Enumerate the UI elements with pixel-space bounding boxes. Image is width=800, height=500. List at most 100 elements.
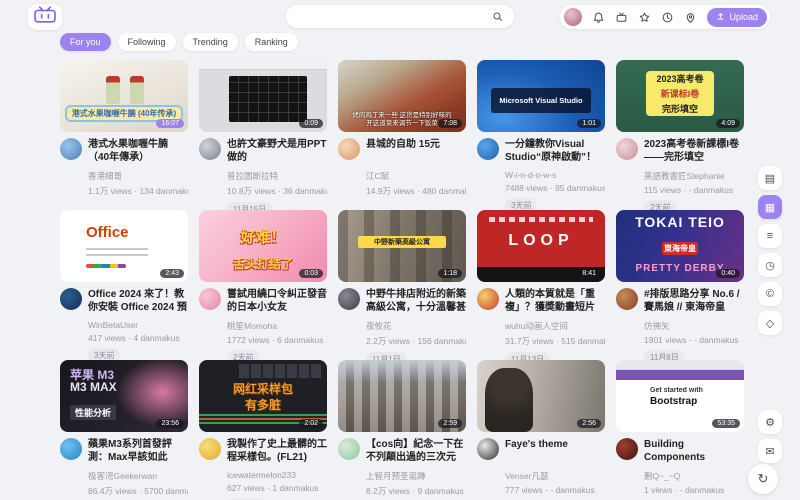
video-thumbnail[interactable]: LOOP 8:41 — [477, 210, 605, 282]
feedback-button[interactable]: ✉ — [758, 439, 782, 463]
refresh-button[interactable]: ↻ — [748, 464, 778, 494]
uploader-name[interactable]: 极客湾Geekerwan — [88, 470, 188, 482]
video-title[interactable]: 人類的本質就是「重複」？獲奬動畫短片《LOOP》 — [505, 288, 605, 314]
tab-following[interactable]: Following — [118, 33, 176, 51]
video-title[interactable]: Office 2024 來了！教你安裝 Office 2024 預覽版！ — [88, 288, 188, 314]
video-card[interactable]: 好难！舌头打结了 0:03 嘗試用繞口令糾正發音的日本小女友 桃笙Momoha … — [199, 210, 327, 348]
video-title[interactable]: 也許文豪野犬是用PPT做的 — [227, 138, 327, 164]
video-card[interactable]: 中野新築高級公寓 1:18 中野牛排店附近的新築高級公寓，十分溫馨甚至九分乾淨 … — [338, 210, 466, 348]
uploader-avatar[interactable] — [199, 288, 221, 310]
video-title[interactable]: 2023高考卷新課標I卷——完形填空 — [644, 138, 744, 164]
user-avatar[interactable] — [564, 8, 582, 26]
video-thumbnail[interactable]: 2:59 — [338, 360, 466, 432]
video-card[interactable]: 0:09 也許文豪野犬是用PPT做的 普拉圖斯拉特 10.8万 views · … — [199, 60, 327, 198]
uploader-name[interactable]: 上智月预圣诞蹲 — [366, 470, 466, 482]
uploader-avatar[interactable] — [477, 138, 499, 160]
uploader-avatar[interactable] — [338, 288, 360, 310]
uploader-name[interactable]: 香港細哥 — [88, 170, 188, 182]
side-tool-history[interactable]: ◷ — [758, 253, 782, 277]
uploader-name[interactable]: WinBetaUser — [88, 320, 188, 330]
uploader-name[interactable]: icewatermelon233 — [227, 470, 327, 480]
uploader-avatar[interactable] — [477, 438, 499, 460]
side-tool-shield[interactable]: ▦ — [758, 195, 782, 219]
video-card[interactable]: 网红采样包有多脏 2:02 我製作了史上最髒的工程采樣包。(FL21) icew… — [199, 360, 327, 498]
uploader-avatar[interactable] — [199, 138, 221, 160]
video-card[interactable]: 2:59 【cos向】紀念一下在不列顛出過的三次元 上智月预圣诞蹲 8.2万 v… — [338, 360, 466, 498]
video-card[interactable]: 2023高考卷新课标I卷完形填空 4:09 2023高考卷新課標I卷——完形填空… — [616, 60, 744, 198]
video-thumbnail[interactable]: Office 2:43 — [60, 210, 188, 282]
video-thumbnail[interactable]: 0:09 — [199, 60, 327, 132]
video-title[interactable]: 我製作了史上最髒的工程采樣包。(FL21) — [227, 438, 327, 464]
side-tool-list[interactable]: ≡ — [758, 224, 782, 248]
bell-icon[interactable] — [592, 11, 605, 24]
video-thumbnail[interactable]: 烤的鸡丁来一些 这货是特别好味的开这道菜来调节一下饭菜 7:08 — [338, 60, 466, 132]
video-card[interactable]: LOOP 8:41 人類的本質就是「重複」？獲奬動畫短片《LOOP》 wuhu动… — [477, 210, 605, 348]
video-title[interactable]: 嘗試用繞口令糾正發音的日本小女友 — [227, 288, 327, 314]
side-tool-copyright[interactable]: © — [758, 282, 782, 306]
uploader-name[interactable]: 英語教書匠Stephanie — [644, 170, 744, 182]
uploader-name[interactable]: 桃笙Momoha — [227, 320, 327, 332]
uploader-name[interactable]: 夜攸花 — [366, 320, 466, 332]
uploader-name[interactable]: Venser凡瑟 — [505, 470, 605, 482]
video-card[interactable]: 苹果 M3M3 MAX性能分析 23:56 蘋果M3系列首發評測：Max早該如此… — [60, 360, 188, 498]
search-input[interactable] — [296, 10, 491, 23]
video-thumbnail[interactable]: 2:56 — [477, 360, 605, 432]
uploader-avatar[interactable] — [60, 138, 82, 160]
upload-button[interactable]: Upload — [707, 8, 767, 27]
uploader-name[interactable]: 江C賦 — [366, 170, 466, 182]
video-title[interactable]: #排版思路分享 No.6 / 賽馬娘 // 東海帝皇 — [644, 288, 744, 314]
uploader-name[interactable]: W-i-n-d-o-w-s — [505, 170, 605, 180]
video-info: 中野牛排店附近的新築高級公寓，十分溫馨甚至九分乾淨 夜攸花 2.2万 views… — [338, 282, 466, 367]
video-title[interactable]: 一分鐘教你Visual Studio“原神啟動”！（適用於任何end） — [505, 138, 605, 164]
uploader-avatar[interactable] — [199, 438, 221, 460]
uploader-name[interactable]: wuhu动画人空间 — [505, 320, 605, 332]
uploader-avatar[interactable] — [60, 438, 82, 460]
location-icon[interactable] — [684, 11, 697, 24]
settings-button[interactable]: ⚙ — [758, 410, 782, 434]
video-title[interactable]: Building Components — [644, 438, 744, 464]
tab-for-you[interactable]: For you — [60, 33, 111, 51]
uploader-avatar[interactable] — [477, 288, 499, 310]
video-title[interactable]: 【cos向】紀念一下在不列顛出過的三次元 — [366, 438, 466, 464]
uploader-avatar[interactable] — [60, 288, 82, 310]
star-icon[interactable] — [638, 11, 651, 24]
tab-ranking[interactable]: Ranking — [245, 33, 298, 51]
video-thumbnail[interactable]: 中野新築高級公寓 1:18 — [338, 210, 466, 282]
video-title[interactable]: 蘋果M3系列首發評測：Max早該如此 — [88, 438, 188, 464]
video-thumbnail[interactable]: 苹果 M3M3 MAX性能分析 23:56 — [60, 360, 188, 432]
tab-trending[interactable]: Trending — [183, 33, 238, 51]
video-thumbnail[interactable]: 好难！舌头打结了 0:03 — [199, 210, 327, 282]
video-thumbnail[interactable]: 港式水果咖喱牛腩 (40年传承) 16:07 — [60, 60, 188, 132]
video-thumbnail[interactable]: 2023高考卷新课标I卷完形填空 4:09 — [616, 60, 744, 132]
uploader-avatar[interactable] — [616, 438, 638, 460]
video-card[interactable]: TOKAI TEIO東海帝皇PRETTY DERBY 0:40 #排版思路分享 … — [616, 210, 744, 348]
video-card[interactable]: 2:56 Faye's theme Venser凡瑟 777 views · -… — [477, 360, 605, 498]
video-title[interactable]: 中野牛排店附近的新築高級公寓，十分溫馨甚至九分乾淨 — [366, 288, 466, 314]
uploader-avatar[interactable] — [616, 138, 638, 160]
search-bar[interactable] — [286, 5, 514, 28]
video-thumbnail[interactable]: Microsoft Visual Studio 1:01 — [477, 60, 605, 132]
uploader-avatar[interactable] — [338, 138, 360, 160]
video-thumbnail[interactable]: 网红采样包有多脏 2:02 — [199, 360, 327, 432]
site-logo[interactable] — [28, 4, 62, 30]
video-thumbnail[interactable]: TOKAI TEIO東海帝皇PRETTY DERBY 0:40 — [616, 210, 744, 282]
side-tool-cards[interactable]: ▤ — [758, 166, 782, 190]
uploader-avatar[interactable] — [616, 288, 638, 310]
video-card[interactable]: 烤的鸡丁来一些 这货是特别好味的开这道菜来调节一下饭菜 7:08 县城的自助 1… — [338, 60, 466, 198]
history-icon[interactable] — [661, 11, 674, 24]
uploader-name[interactable]: 普拉圖斯拉特 — [227, 170, 327, 182]
uploader-name[interactable]: 仿佛矢 — [644, 320, 744, 332]
tv-icon[interactable] — [615, 11, 628, 24]
video-card[interactable]: 港式水果咖喱牛腩 (40年传承) 16:07 港式水果咖喱牛腩（40年傳承） 香… — [60, 60, 188, 198]
side-tool-theme[interactable]: ◇ — [758, 311, 782, 335]
video-title[interactable]: 港式水果咖喱牛腩（40年傳承） — [88, 138, 188, 164]
search-icon[interactable] — [491, 10, 504, 23]
video-card[interactable]: Office 2:43 Office 2024 來了！教你安裝 Office 2… — [60, 210, 188, 348]
video-card[interactable]: Get started withBootstrap 53:35 Building… — [616, 360, 744, 498]
video-card[interactable]: Microsoft Visual Studio 1:01 一分鐘教你Visual… — [477, 60, 605, 198]
uploader-name[interactable]: 删Q~_~Q — [644, 470, 744, 482]
video-title[interactable]: Faye's theme — [505, 438, 605, 464]
video-thumbnail[interactable]: Get started withBootstrap 53:35 — [616, 360, 744, 432]
video-title[interactable]: 县城的自助 15元 — [366, 138, 466, 164]
uploader-avatar[interactable] — [338, 438, 360, 460]
